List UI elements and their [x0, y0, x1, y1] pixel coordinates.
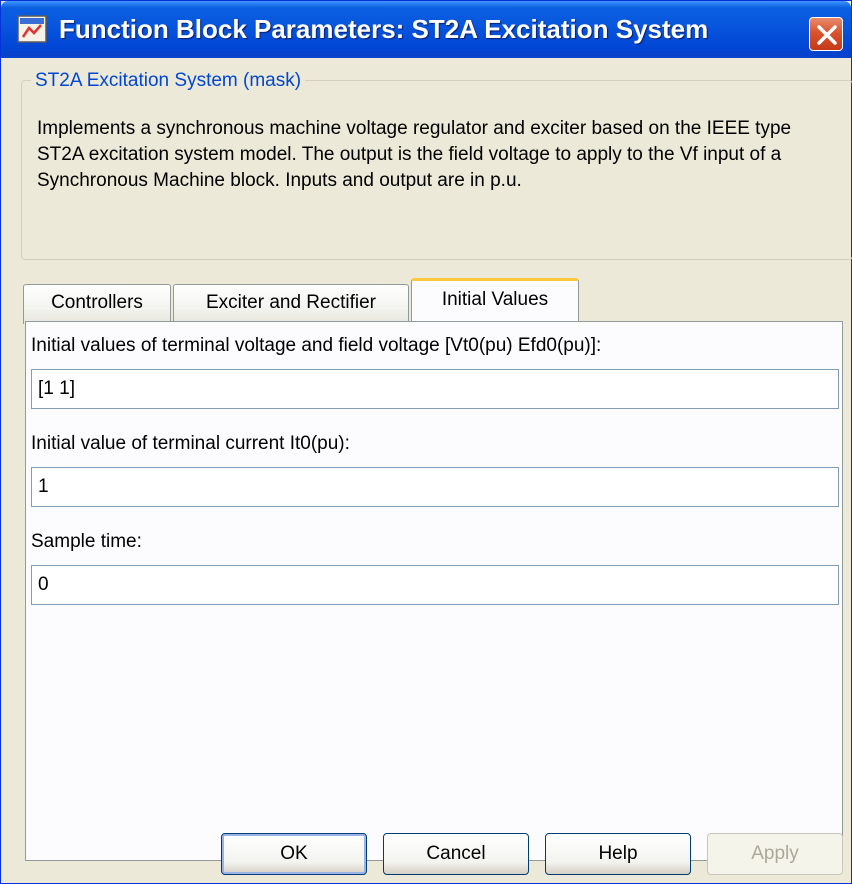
- it0-input[interactable]: [31, 467, 839, 507]
- tab-exciter-and-rectifier[interactable]: Exciter and Rectifier: [173, 284, 409, 324]
- tab-controllers[interactable]: Controllers: [23, 284, 171, 324]
- dialog-window: Function Block Parameters: ST2A Excitati…: [0, 0, 852, 884]
- sample-time-input[interactable]: [31, 565, 839, 605]
- dialog-content: ST2A Excitation System (mask) Implements…: [5, 58, 852, 881]
- title-bar[interactable]: Function Block Parameters: ST2A Excitati…: [1, 1, 851, 58]
- mask-description: Implements a synchronous machine voltage…: [37, 118, 792, 191]
- simulink-block-icon: [17, 15, 47, 43]
- window-title: Function Block Parameters: ST2A Excitati…: [59, 14, 709, 44]
- vt0-efd0-input[interactable]: [31, 369, 839, 409]
- mask-legend: ST2A Excitation System (mask): [31, 70, 306, 92]
- vt0-efd0-label: Initial values of terminal voltage and f…: [31, 335, 602, 356]
- ok-button[interactable]: OK: [221, 833, 367, 875]
- close-icon: [817, 25, 837, 45]
- apply-button[interactable]: Apply: [707, 833, 843, 875]
- cancel-button[interactable]: Cancel: [383, 833, 529, 875]
- help-button[interactable]: Help: [545, 833, 691, 875]
- sample-time-label: Sample time:: [31, 531, 142, 552]
- close-button[interactable]: [809, 17, 843, 51]
- tab-initial-values[interactable]: Initial Values: [411, 278, 579, 324]
- it0-label: Initial value of terminal current It0(pu…: [31, 433, 350, 454]
